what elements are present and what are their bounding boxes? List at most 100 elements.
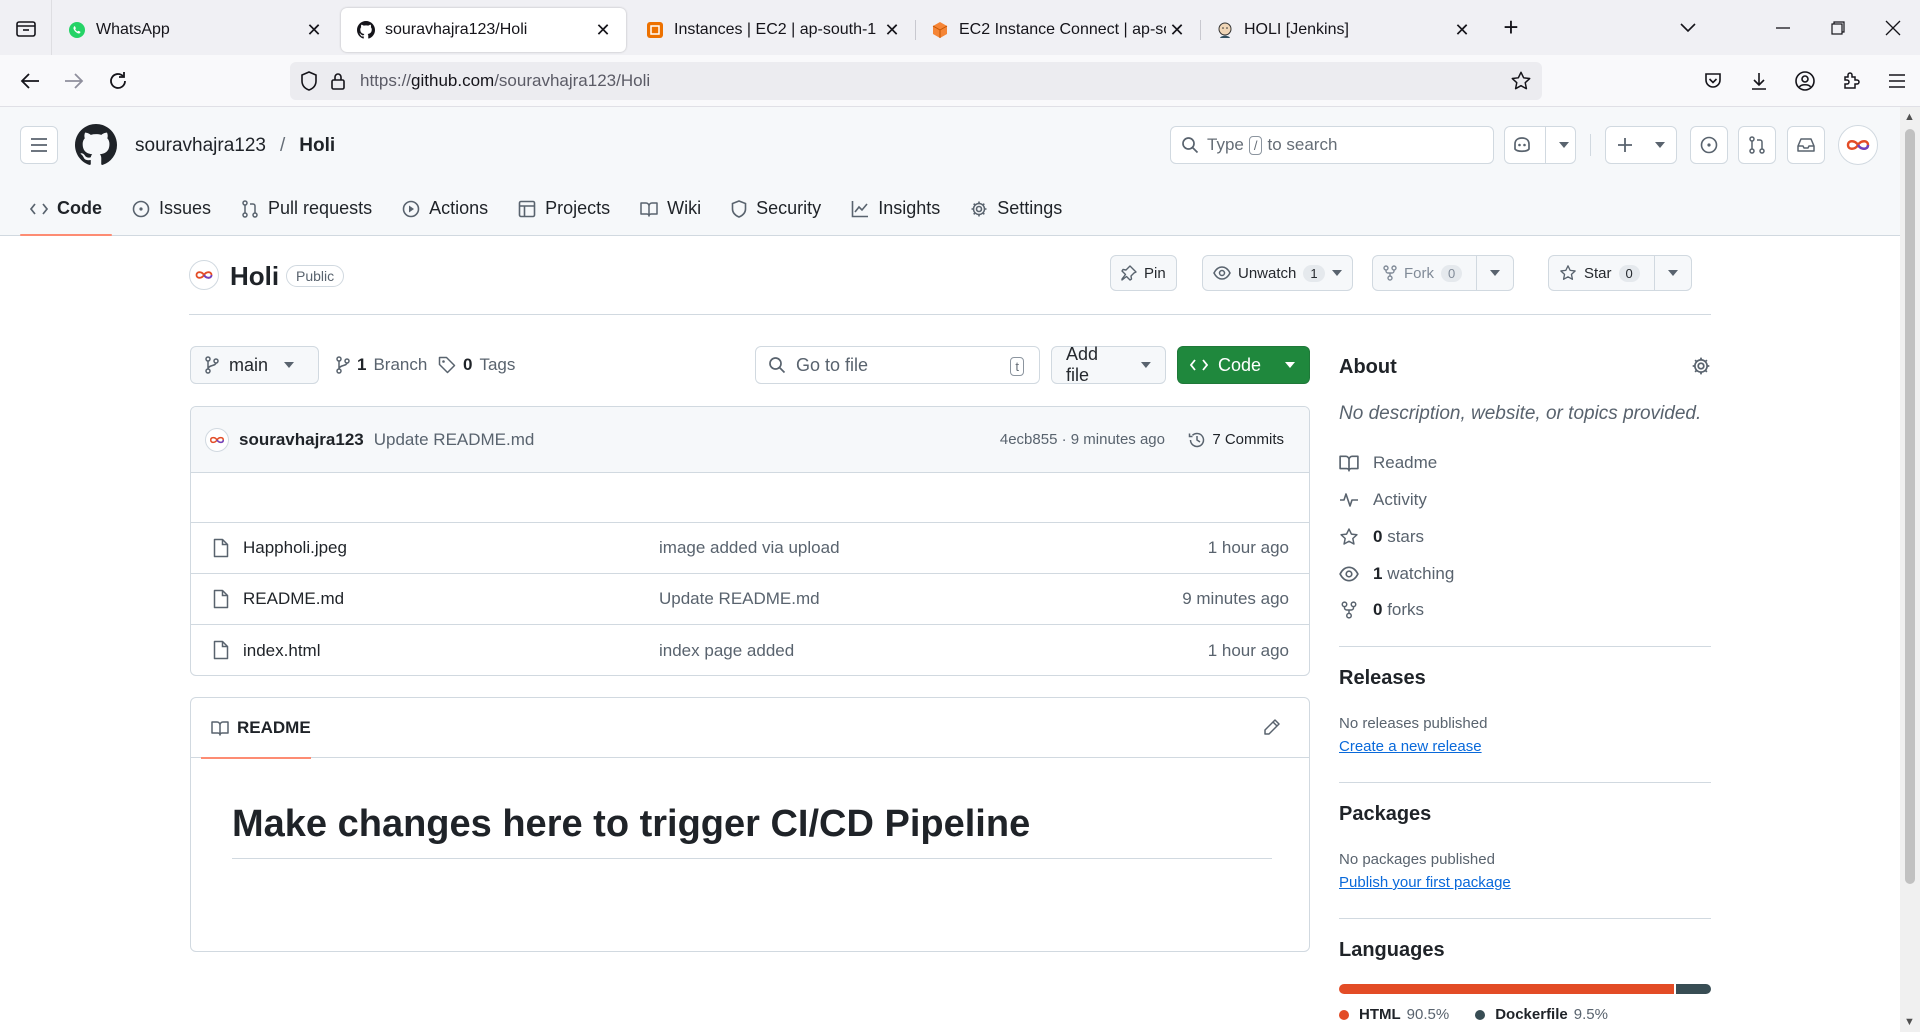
packages-title[interactable]: Packages <box>1339 803 1431 826</box>
close-icon[interactable]: ✕ <box>592 19 614 41</box>
menu-icon[interactable] <box>1874 59 1920 103</box>
extensions-icon[interactable] <box>1828 59 1874 103</box>
table-row[interactable]: README.md Update README.md 9 minutes ago <box>191 574 1309 625</box>
minimize-icon[interactable] <box>1755 0 1810 55</box>
pin-button[interactable]: Pin <box>1110 255 1177 291</box>
tab-code[interactable]: Code <box>20 181 112 236</box>
create-new-button[interactable] <box>1605 126 1677 164</box>
fork-button[interactable]: Fork 0 <box>1372 255 1515 291</box>
issues-button[interactable] <box>1690 126 1728 164</box>
file-name[interactable]: index.html <box>243 641 320 661</box>
watch-button[interactable]: Unwatch 1 <box>1202 255 1353 291</box>
releases-note: No releases published <box>1339 715 1488 732</box>
add-file-label: Add file <box>1066 344 1099 385</box>
tab-projects[interactable]: Projects <box>508 181 620 236</box>
repo-name[interactable]: Holi <box>230 261 279 292</box>
close-icon[interactable]: ✕ <box>1451 19 1473 41</box>
tab-insights[interactable]: Insights <box>841 181 950 236</box>
create-release-link[interactable]: Create a new release <box>1339 738 1482 755</box>
triangle-down-icon <box>1490 270 1501 276</box>
lock-icon[interactable] <box>330 72 346 90</box>
language-percent: 9.5% <box>1573 1006 1608 1023</box>
scroll-down-arrow-icon[interactable]: ▼ <box>1904 1016 1915 1028</box>
commit-author-avatar[interactable] <box>205 427 229 452</box>
close-icon[interactable]: ✕ <box>303 19 325 41</box>
tab-github[interactable]: souravhajra123/Holi ✕ <box>341 8 626 52</box>
tab-whatsapp[interactable]: WhatsApp ✕ <box>52 8 337 52</box>
new-tab-button[interactable]: + <box>1491 8 1531 48</box>
close-icon[interactable]: ✕ <box>1166 19 1188 41</box>
forward-icon[interactable] <box>52 59 96 103</box>
file-commit-message[interactable]: Update README.md <box>659 589 820 609</box>
back-icon[interactable] <box>8 59 52 103</box>
file-name[interactable]: README.md <box>243 589 344 609</box>
scroll-thumb[interactable] <box>1905 129 1915 884</box>
code-button[interactable]: Code <box>1177 346 1310 384</box>
watching-link[interactable]: 1 watching <box>1339 564 1454 584</box>
copilot-button[interactable] <box>1504 126 1576 164</box>
tab-issues[interactable]: Issues <box>122 181 221 236</box>
tags-link[interactable]: 0 Tags <box>438 355 515 375</box>
scroll-up-arrow-icon[interactable]: ▲ <box>1904 111 1915 123</box>
activity-link[interactable]: Activity <box>1339 490 1427 510</box>
shield-icon[interactable] <box>300 71 318 91</box>
pocket-icon[interactable] <box>1690 59 1736 103</box>
commits-link[interactable]: 7 Commits <box>1188 431 1284 449</box>
stars-link[interactable]: 0 stars <box>1339 527 1424 547</box>
repo-link[interactable]: Holi <box>299 135 335 157</box>
tab-pull-requests[interactable]: Pull requests <box>231 181 382 236</box>
repo-nav: Code Issues Pull requests Actions Projec… <box>20 181 1082 236</box>
table-row[interactable]: index.html index page added 1 hour ago <box>191 625 1309 675</box>
tab-ec2-connect[interactable]: EC2 Instance Connect | ap-south-1 ✕ <box>915 8 1200 52</box>
go-to-file-input[interactable]: Go to file t <box>755 346 1040 384</box>
tab-wiki[interactable]: Wiki <box>630 181 711 236</box>
readme-tab[interactable]: README <box>201 698 311 759</box>
commit-sha-time[interactable]: 4ecb855 · 9 minutes ago <box>1000 431 1165 448</box>
file-commit-message[interactable]: image added via upload <box>659 538 840 558</box>
commit-author[interactable]: souravhajra123 <box>239 430 364 450</box>
language-legend-item[interactable]: Dockerfile 9.5% <box>1475 1006 1608 1023</box>
inbox-button[interactable] <box>1787 126 1825 164</box>
language-bar <box>1339 984 1711 994</box>
tab-list-chevron-icon[interactable] <box>1660 0 1715 55</box>
file-name[interactable]: Happholi.jpeg <box>243 538 347 558</box>
infinity-logo-icon <box>195 271 213 279</box>
owner-link[interactable]: souravhajra123 <box>135 135 266 157</box>
pull-requests-button[interactable] <box>1738 126 1776 164</box>
languages-title: Languages <box>1339 939 1445 961</box>
table-row[interactable]: Happholi.jpeg image added via upload 1 h… <box>191 523 1309 574</box>
add-file-button[interactable]: Add file <box>1051 344 1166 385</box>
star-button[interactable]: Star 0 <box>1548 255 1692 291</box>
tab-security[interactable]: Security <box>721 181 831 236</box>
account-icon[interactable] <box>1782 59 1828 103</box>
branch-selector[interactable]: main <box>190 346 319 384</box>
restore-icon[interactable] <box>1810 0 1865 55</box>
bookmark-star-icon[interactable] <box>1510 70 1532 92</box>
gear-icon[interactable] <box>1691 356 1711 376</box>
reload-icon[interactable] <box>96 59 140 103</box>
search-input[interactable]: Type / to search <box>1170 126 1494 164</box>
tab-settings[interactable]: Settings <box>960 181 1072 236</box>
tab-ec2-instances[interactable]: Instances | EC2 | ap-south-1 ✕ <box>630 8 915 52</box>
tab-list-icon[interactable] <box>0 0 52 55</box>
url-bar[interactable]: https://github.com/souravhajra123/Holi <box>290 62 1542 100</box>
tab-label: Settings <box>997 198 1063 218</box>
commit-message[interactable]: Update README.md <box>374 430 535 450</box>
forks-link[interactable]: 0 forks <box>1339 600 1424 620</box>
publish-package-link[interactable]: Publish your first package <box>1339 874 1511 891</box>
download-icon[interactable] <box>1736 59 1782 103</box>
language-legend-item[interactable]: HTML 90.5% <box>1339 1006 1449 1023</box>
close-window-icon[interactable] <box>1865 0 1920 55</box>
releases-title[interactable]: Releases <box>1339 667 1426 690</box>
tab-actions[interactable]: Actions <box>392 181 498 236</box>
close-icon[interactable]: ✕ <box>881 19 903 41</box>
page-scrollbar[interactable]: ▲ ▼ <box>1900 107 1920 1032</box>
pencil-icon[interactable] <box>1263 718 1281 736</box>
branches-link[interactable]: 1 Branch <box>336 355 427 375</box>
avatar[interactable] <box>1838 125 1878 165</box>
github-logo-icon[interactable] <box>75 124 117 166</box>
readme-link[interactable]: Readme <box>1339 453 1437 473</box>
file-commit-message[interactable]: index page added <box>659 641 794 661</box>
tab-jenkins[interactable]: HOLI [Jenkins] ✕ <box>1200 8 1485 52</box>
hamburger-menu-button[interactable] <box>20 126 58 164</box>
